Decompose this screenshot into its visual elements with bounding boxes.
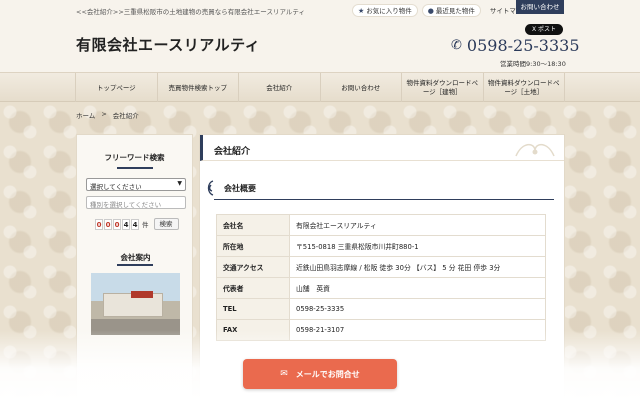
star-icon: ★: [358, 6, 365, 15]
row-value: 近鉄山田鳥羽志摩線 / 松阪 徒歩 30分 【バス】 5 分 花田 停歩 3分: [289, 256, 546, 278]
section-title: 会社概要: [206, 179, 256, 197]
breadcrumb-home[interactable]: ホーム: [76, 110, 95, 120]
top-strip: <<会社紹介>>三重県松阪市の土地建物の売買なら有限会社エースリアルティ ★ お…: [0, 0, 640, 22]
count-digit: 0: [95, 218, 103, 230]
ornament-icon: [515, 143, 555, 157]
nav-contact[interactable]: お問い合わせ: [319, 73, 402, 103]
nav-search[interactable]: 売買物件検索トップ: [156, 73, 239, 103]
top-breadcrumb-text: <<会社紹介>>三重県松阪市の土地建物の売買なら有限会社エースリアルティ: [76, 8, 306, 16]
site-title[interactable]: 有限会社エースリアルティ: [76, 34, 260, 55]
breadcrumb-current: 会社紹介: [112, 112, 139, 120]
company-info-table: 会社名 有限会社エースリアルティ 所在地 〒515-0818 三重県松阪市川井町88…: [216, 214, 546, 341]
select-value: 選択してください: [90, 183, 142, 191]
freeword-title: フリーワード検索: [104, 153, 165, 162]
phone-text: 0598-25-3335: [466, 36, 580, 55]
row-key: 会社名: [216, 214, 290, 236]
mail-icon: ✉: [280, 369, 288, 379]
section-divider: [214, 199, 554, 200]
category-select[interactable]: 選択してください ▼: [86, 178, 186, 191]
company-photo[interactable]: [91, 273, 180, 335]
company-guide-title: 会社案内: [120, 253, 151, 262]
count-digit: 4: [122, 218, 130, 230]
recent-label: 最近見た物件: [435, 6, 475, 15]
business-hours: 営業時間9:30～18:30: [500, 60, 566, 68]
page-title: 会社紹介: [214, 147, 251, 157]
row-value: 0598-25-3335: [289, 298, 546, 320]
search-button[interactable]: 検索: [153, 218, 179, 230]
count-digit: 0: [104, 218, 112, 230]
nav-download-land[interactable]: 物件資料ダウンロードページ［土地］: [482, 73, 565, 103]
main-nav: トップページ 売買物件検索トップ 会社紹介 お問い合わせ 物件資料ダウンロードペ…: [0, 72, 640, 103]
favorites-label: お気に入り物件: [366, 6, 412, 15]
section-swirl-icon: [207, 180, 214, 196]
building-sign: [131, 291, 153, 298]
row-value: 〒515-0818 三重県松阪市川井町880-1: [289, 235, 546, 257]
nav-top[interactable]: トップページ: [75, 73, 157, 103]
count-unit: 件: [142, 221, 149, 229]
nav-company[interactable]: 会社紹介: [238, 73, 320, 103]
table-row: TEL 0598-25-3335: [216, 298, 546, 320]
row-key: 代表者: [216, 277, 290, 299]
table-row: 会社名 有限会社エースリアルティ: [216, 214, 546, 236]
clock-icon: ●: [427, 6, 434, 15]
result-count: 0 0 0 4 4 件 検索: [95, 218, 179, 230]
row-key: TEL: [216, 298, 290, 320]
row-key: 所在地: [216, 235, 290, 257]
table-row: 代表者 山舗 英資: [216, 277, 546, 299]
chevron-down-icon: ▼: [177, 180, 182, 187]
favorites-link[interactable]: ★ お気に入り物件: [352, 4, 418, 17]
title-underline: [117, 264, 153, 266]
breadcrumb-separator: >: [101, 110, 107, 118]
inquiry-tab[interactable]: お問い合わせ: [516, 0, 564, 14]
row-key: 交通アクセス: [216, 256, 290, 278]
kind-input[interactable]: 種別を選択してください: [86, 196, 186, 209]
row-value: 有限会社エースリアルティ: [289, 214, 546, 236]
count-digit: 4: [131, 218, 139, 230]
phone-icon: ✆: [451, 38, 462, 53]
table-row: 所在地 〒515-0818 三重県松阪市川井町880-1: [216, 235, 546, 257]
section-title-text: 会社概要: [224, 182, 256, 193]
row-value: 山舗 英資: [289, 277, 546, 299]
mail-button-label: メールでお問合せ: [295, 369, 360, 379]
mail-inquiry-button[interactable]: ✉ メールでお問合せ: [243, 359, 397, 389]
x-post-button[interactable]: X ポスト: [525, 24, 563, 35]
page-header: 会社紹介: [200, 135, 564, 161]
table-row: 交通アクセス 近鉄山田鳥羽志摩線 / 松阪 徒歩 30分 【バス】 5 分 花田 …: [216, 256, 546, 278]
phone-number: ✆ 0598-25-3335: [451, 36, 580, 55]
count-digit: 0: [113, 218, 121, 230]
breadcrumb: ホーム > 会社紹介: [76, 110, 139, 120]
recent-link[interactable]: ● 最近見た物件: [421, 4, 481, 17]
nav-download-building[interactable]: 物件資料ダウンロードページ［建物］: [401, 73, 483, 103]
title-underline: [116, 167, 153, 169]
